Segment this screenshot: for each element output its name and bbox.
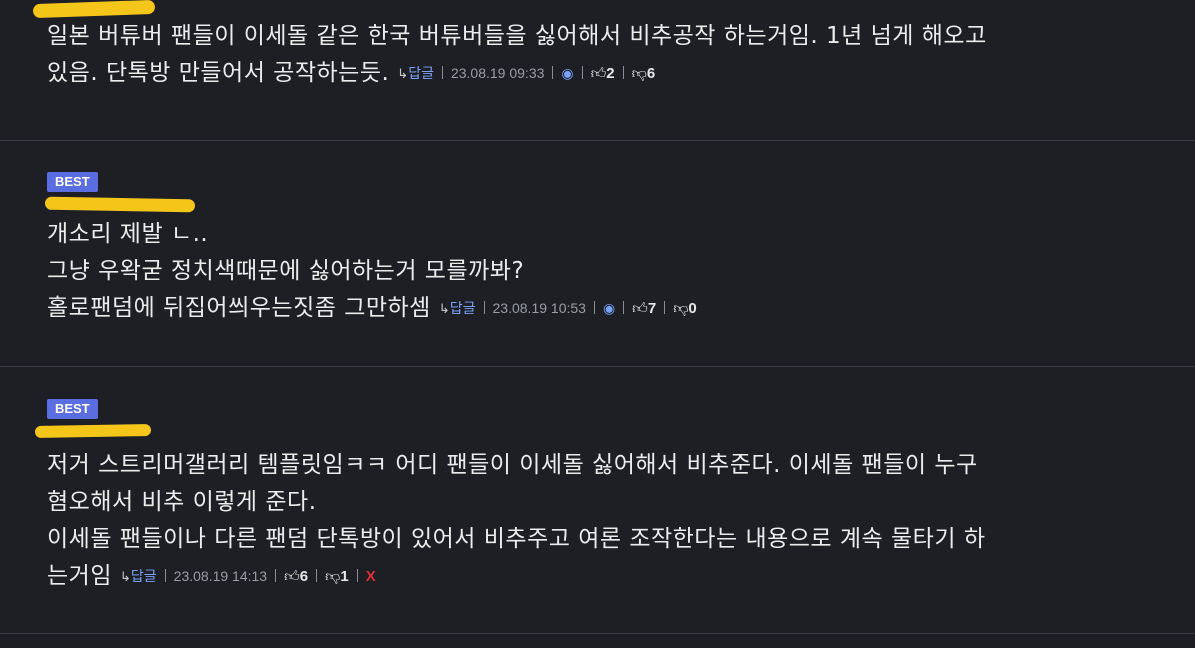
dislike-button[interactable]: 👎︎0 [673,300,697,317]
divider [552,66,554,79]
comment-author-redacted [44,194,1175,216]
divider [664,301,666,314]
like-button[interactable]: 👍︎2 [590,65,615,82]
dislike-button[interactable]: 👎︎6 [631,65,656,82]
dislike-count: 1 [340,568,349,585]
like-button[interactable]: 👍︎6 [284,568,309,585]
like-button[interactable]: 👍︎7 [632,300,657,317]
thumbs-down-icon: 👎︎ [631,65,647,82]
best-badge: BEST [47,399,98,419]
like-count: 7 [647,300,657,317]
divider [483,301,485,314]
comment-line-text: 는거임 [47,563,112,589]
reply-label: 답글 [449,300,476,316]
like-count: 6 [299,568,309,585]
thumbs-up-icon: 👍︎ [590,65,607,82]
divider [623,301,625,314]
thumbs-up-icon: 👍︎ [632,300,648,317]
comment-meta: ↳답글 23.08.19 09:33 ◉ 👍︎2 👎︎6 [389,65,656,82]
report-bell-icon[interactable]: ◉ [603,300,615,316]
thumbs-up-icon: 👍︎ [284,568,300,585]
comment-text: 저거 스트리머갤러리 템플릿임ㅋㅋ 어디 팬들이 이세돌 싫어해서 비추준다. … [47,447,1175,595]
divider [164,569,166,582]
comment-divider [0,140,1195,141]
divider [593,301,595,314]
like-count: 2 [606,65,615,82]
dislike-button[interactable]: 👎︎1 [325,568,349,585]
reply-arrow-icon: ↳ [438,301,450,316]
comment-meta: ↳답글 23.08.19 14:13 👍︎6 👎︎1 X [112,568,376,585]
comment-line: 이세돌 팬들이나 다른 팬덤 단톡방이 있어서 비추주고 여론 조작한다는 내용… [47,526,986,552]
redaction-mark [34,423,152,439]
comment-divider [0,633,1195,634]
reply-button[interactable]: ↳답글 [439,300,476,316]
redaction-mark [32,0,156,19]
comment-line: 그냥 우왁굳 정치색때문에 싫어하는거 모를까봐? [47,258,525,284]
comment-line-text: 홀로팬덤에 뒤집어씌우는짓좀 그만하셈 [47,295,431,321]
divider [356,569,358,582]
thumbs-down-icon: 👎︎ [325,568,341,585]
reply-label: 답글 [408,65,434,81]
delete-button[interactable]: X [366,568,376,585]
dislike-count: 6 [646,65,656,82]
comment-line: 혐오해서 비추 이렇게 준다. [47,489,317,515]
comment-line: 개소리 제발 ㄴ.. [47,221,209,247]
comment-line: 일본 버튜버 팬들이 이세돌 같은 한국 버튜버들을 싫어해서 비추공작 하는거… [47,23,987,49]
comment-line: 홀로팬덤에 뒤집어씌우는짓좀 그만하셈 ↳답글 23.08.19 10:53 ◉ 👍︎7… [47,290,1175,327]
divider [316,569,318,582]
comment-author-redacted [34,421,1175,447]
divider [581,66,583,79]
timestamp: 23.08.19 10:53 [492,300,586,316]
timestamp: 23.08.19 09:33 [450,65,545,81]
divider [275,569,277,582]
reply-arrow-icon: ↳ [119,569,131,584]
comment-line: 는거임 ↳답글 23.08.19 14:13 👍︎6 👎︎1 X [47,558,1175,595]
comment-3: BEST 저거 스트리머갤러리 템플릿임ㅋㅋ 어디 팬들이 이세돌 싫어해서 비… [0,398,1195,632]
comment-1: 일본 버튜버 팬들이 이세돌 같은 한국 버튜버들을 싫어해서 비추공작 하는거… [0,0,1195,140]
comment-line: 저거 스트리머갤러리 템플릿임ㅋㅋ 어디 팬들이 이세돌 싫어해서 비추준다. … [47,452,978,478]
comment-line-text: 있음. 단톡방 만들어서 공작하는듯. [47,60,390,86]
reply-arrow-icon: ↳ [397,66,409,81]
comment-text: 일본 버튜버 팬들이 이세돌 같은 한국 버튜버들을 싫어해서 비추공작 하는거… [47,18,1175,92]
reply-button[interactable]: ↳답글 [120,568,157,584]
timestamp: 23.08.19 14:13 [173,568,268,584]
comment-author-redacted [32,0,1175,19]
divider [622,66,624,79]
dislike-count: 0 [688,300,697,317]
reply-button[interactable]: ↳답글 [397,65,434,81]
comment-2: BEST 개소리 제발 ㄴ.. 그냥 우왁굳 정치색때문에 싫어하는거 모를까봐… [0,171,1195,366]
redaction-mark [44,196,196,213]
comment-divider [0,366,1195,367]
thumbs-down-icon: 👎︎ [673,300,689,317]
comment-text: 개소리 제발 ㄴ.. 그냥 우왁굳 정치색때문에 싫어하는거 모를까봐? 홀로팬… [47,216,1175,327]
divider [441,66,443,79]
best-badge: BEST [47,172,98,192]
comment-meta: ↳답글 23.08.19 10:53 ◉ 👍︎7 👎︎0 [431,300,697,317]
comment-line: 있음. 단톡방 만들어서 공작하는듯. ↳답글 23.08.19 09:33 ◉ 👍︎2… [47,55,1175,92]
report-bell-icon[interactable]: ◉ [561,65,573,81]
reply-label: 답글 [130,568,157,584]
